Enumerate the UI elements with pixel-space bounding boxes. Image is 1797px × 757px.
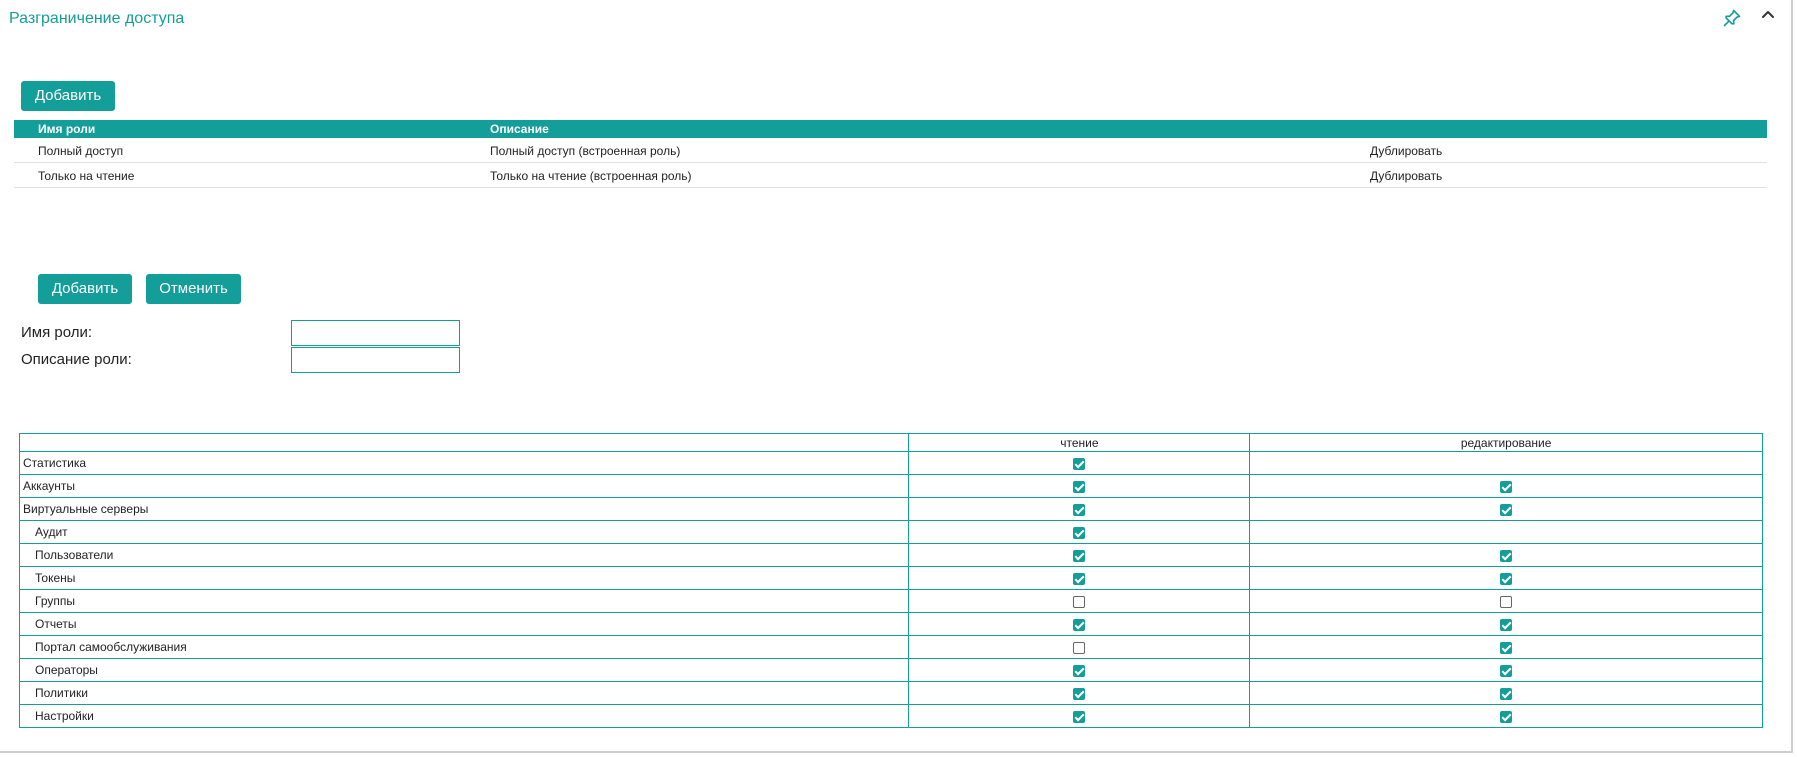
table-row: Пользователи [18, 543, 1763, 567]
panel-title: Разграничение доступа [9, 10, 185, 27]
role-name-label: Имя роли: [21, 324, 93, 341]
permission-name: Аккаунты [18, 474, 910, 498]
permission-edit-cell [1249, 635, 1763, 659]
permission-edit-cell [1249, 451, 1763, 475]
permission-edit-cell [1249, 497, 1763, 521]
table-row: Виртуальные серверы [18, 497, 1763, 521]
table-row: Аккаунты [18, 474, 1763, 498]
permission-name: Пользователи [18, 543, 910, 567]
edit-checkbox[interactable] [1500, 641, 1513, 654]
edit-checkbox[interactable] [1500, 503, 1513, 516]
table-row: Политики [18, 681, 1763, 705]
table-row: Отчеты [18, 612, 1763, 636]
edit-checkbox[interactable] [1500, 664, 1513, 677]
permission-read-cell [908, 451, 1251, 475]
read-checkbox[interactable] [1073, 687, 1086, 700]
permission-edit-cell [1249, 658, 1763, 682]
permission-read-cell [908, 474, 1251, 498]
table-row: Статистика [18, 451, 1763, 475]
edit-checkbox[interactable] [1500, 595, 1513, 608]
permission-edit-cell [1249, 589, 1763, 613]
permissions-header-row: чтение редактирование [18, 433, 1763, 452]
role-description-cell: Только на чтение (встроенная роль) [490, 169, 692, 183]
permissions-table: чтение редактирование Статистика Аккаунты… [18, 433, 1763, 728]
column-header-read: чтение [908, 433, 1251, 452]
permission-name: Отчеты [18, 612, 910, 636]
table-row: Портал самообслуживания [18, 635, 1763, 659]
table-row: Токены [18, 566, 1763, 590]
table-row: Настройки [18, 704, 1763, 728]
role-description-label: Описание роли: [21, 351, 132, 368]
access-control-panel: Разграничение доступа Добавить Имя роли … [0, 0, 1793, 753]
column-header-description: Описание [490, 122, 549, 136]
read-checkbox[interactable] [1073, 480, 1086, 493]
save-role-button[interactable]: Добавить [38, 274, 132, 304]
add-role-button[interactable]: Добавить [21, 81, 115, 111]
role-description-input[interactable] [291, 347, 460, 373]
read-checkbox[interactable] [1073, 664, 1086, 677]
edit-checkbox[interactable] [1500, 710, 1513, 723]
edit-checkbox[interactable] [1500, 549, 1513, 562]
edit-checkbox[interactable] [1500, 687, 1513, 700]
read-checkbox[interactable] [1073, 457, 1086, 470]
read-checkbox[interactable] [1073, 549, 1086, 562]
permissions-header-empty [18, 433, 910, 452]
read-checkbox[interactable] [1073, 572, 1086, 585]
permission-name: Операторы [18, 658, 910, 682]
edit-checkbox[interactable] [1500, 480, 1513, 493]
column-header-edit: редактирование [1249, 433, 1763, 452]
table-row[interactable]: Полный доступ Полный доступ (встроенная … [14, 138, 1767, 163]
pin-icon[interactable] [1722, 8, 1742, 28]
read-checkbox[interactable] [1073, 595, 1086, 608]
permission-name: Политики [18, 681, 910, 705]
read-checkbox[interactable] [1073, 641, 1086, 654]
edit-checkbox[interactable] [1500, 618, 1513, 631]
read-checkbox[interactable] [1073, 503, 1086, 516]
table-row: Группы [18, 589, 1763, 613]
read-checkbox[interactable] [1073, 618, 1086, 631]
roles-table: Имя роли Описание Полный доступ Полный д… [14, 120, 1767, 188]
permission-name: Виртуальные серверы [18, 497, 910, 521]
permission-read-cell [908, 520, 1251, 544]
read-checkbox[interactable] [1073, 526, 1086, 539]
permission-read-cell [908, 612, 1251, 636]
permission-name: Группы [18, 589, 910, 613]
permission-name: Портал самообслуживания [18, 635, 910, 659]
permission-name: Аудит [18, 520, 910, 544]
permission-read-cell [908, 543, 1251, 567]
table-row: Аудит [18, 520, 1763, 544]
edit-checkbox[interactable] [1500, 572, 1513, 585]
role-description-cell: Полный доступ (встроенная роль) [490, 144, 681, 158]
permission-read-cell [908, 589, 1251, 613]
cancel-button[interactable]: Отменить [146, 274, 241, 304]
permission-name: Токены [18, 566, 910, 590]
permission-edit-cell [1249, 520, 1763, 544]
permission-name: Настройки [18, 704, 910, 728]
chevron-up-icon[interactable] [1760, 6, 1776, 22]
duplicate-role-link[interactable]: Дублировать [1370, 169, 1442, 183]
permission-edit-cell [1249, 474, 1763, 498]
permission-edit-cell [1249, 612, 1763, 636]
permission-read-cell [908, 704, 1251, 728]
role-name-cell: Только на чтение [38, 169, 135, 183]
permission-name: Статистика [18, 451, 910, 475]
permission-read-cell [908, 635, 1251, 659]
role-name-input[interactable] [291, 320, 460, 346]
roles-table-header: Имя роли Описание [14, 120, 1767, 138]
table-row: Операторы [18, 658, 1763, 682]
role-name-cell: Полный доступ [38, 144, 124, 158]
permission-read-cell [908, 681, 1251, 705]
permission-read-cell [908, 497, 1251, 521]
column-header-role-name: Имя роли [38, 122, 96, 136]
permission-edit-cell [1249, 704, 1763, 728]
permission-edit-cell [1249, 681, 1763, 705]
read-checkbox[interactable] [1073, 710, 1086, 723]
permission-read-cell [908, 658, 1251, 682]
permission-edit-cell [1249, 543, 1763, 567]
duplicate-role-link[interactable]: Дублировать [1370, 144, 1442, 158]
permission-read-cell [908, 566, 1251, 590]
table-row[interactable]: Только на чтение Только на чтение (встро… [14, 163, 1767, 188]
permission-edit-cell [1249, 566, 1763, 590]
